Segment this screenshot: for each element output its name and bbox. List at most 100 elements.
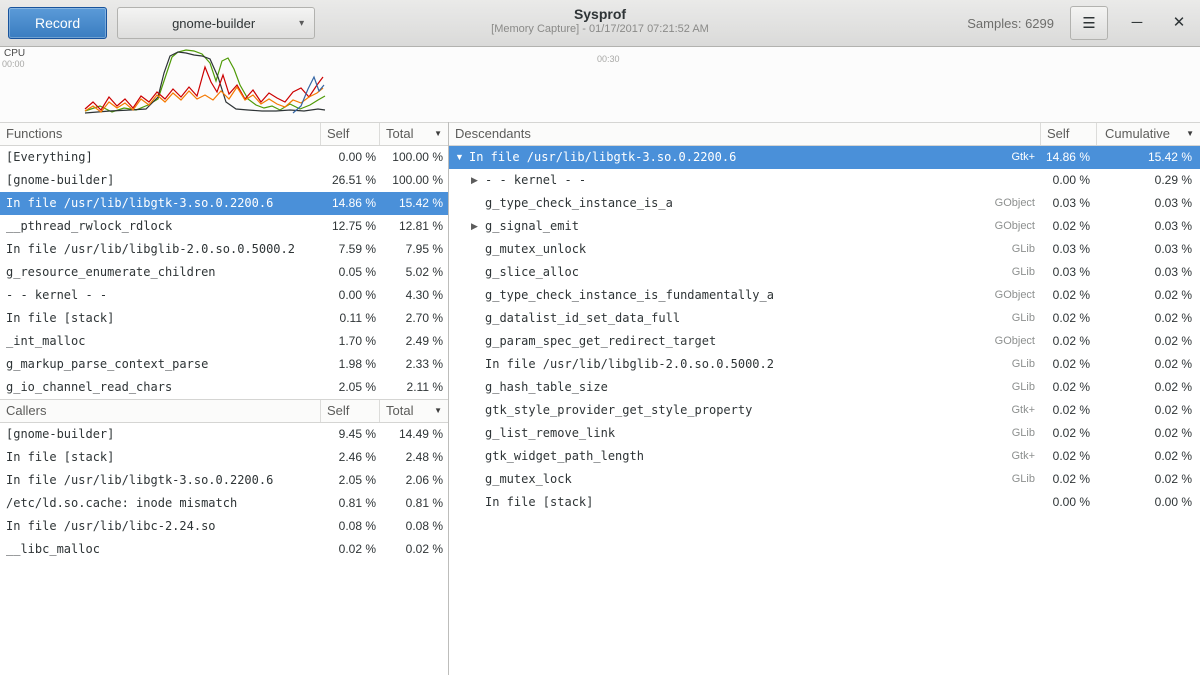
total-percent: 7.95 % [379, 238, 448, 261]
table-row[interactable]: In file /usr/lib/libglib-2.0.so.0.5000.2… [0, 238, 448, 261]
function-name: In file /usr/lib/libgtk-3.so.0.2200.6 [469, 146, 736, 169]
self-percent: 0.00 % [320, 146, 379, 169]
library-tag: GLib [1004, 422, 1040, 445]
descendant-name-cell: g_param_spec_get_redirect_target GObject [449, 330, 1040, 353]
self-percent: 0.02 % [1040, 376, 1096, 399]
record-button[interactable]: Record [8, 7, 107, 39]
table-row[interactable]: g_type_check_instance_is_fundamentally_a… [449, 284, 1200, 307]
self-column-header[interactable]: Self [320, 123, 379, 145]
self-percent: 0.02 % [1040, 422, 1096, 445]
table-row[interactable]: [gnome-builder]26.51 %100.00 % [0, 169, 448, 192]
cumulative-percent: 0.02 % [1096, 445, 1200, 468]
menu-button[interactable]: ☰ [1070, 6, 1108, 40]
function-name: g_mutex_lock [485, 468, 572, 491]
table-row[interactable]: ▶g_signal_emitGObject0.02 %0.03 % [449, 215, 1200, 238]
self-column-header[interactable]: Self [320, 400, 379, 422]
table-row[interactable]: In file /usr/lib/libgtk-3.so.0.2200.614.… [0, 192, 448, 215]
table-row[interactable]: g_resource_enumerate_children0.05 %5.02 … [0, 261, 448, 284]
functions-column-header[interactable]: Functions [0, 123, 320, 145]
table-row[interactable]: g_mutex_lockGLib0.02 %0.02 % [449, 468, 1200, 491]
function-name: In file /usr/lib/libgtk-3.so.0.2200.6 [0, 192, 320, 215]
self-column-header[interactable]: Self [1040, 123, 1096, 145]
descendants-column-header[interactable]: Descendants [449, 123, 1040, 145]
descendant-name-cell: g_datalist_id_set_data_fullGLib [449, 307, 1040, 330]
sort-indicator-icon: ▼ [434, 400, 442, 422]
functions-table: Functions Self Total ▼ [Everything]0.00 … [0, 122, 448, 399]
callers-table: Callers Self Total ▼ [gnome-builder]9.45… [0, 399, 448, 561]
library-tag: Gtk+ [1003, 399, 1040, 422]
library-tag: GObject [987, 284, 1040, 307]
self-percent: 0.02 % [1040, 307, 1096, 330]
total-percent: 0.02 % [379, 538, 448, 561]
table-row[interactable]: [gnome-builder]9.45 %14.49 % [0, 423, 448, 446]
function-name: g_mutex_unlock [485, 238, 586, 261]
table-row[interactable]: _int_malloc1.70 %2.49 % [0, 330, 448, 353]
table-row[interactable]: g_list_remove_linkGLib0.02 %0.02 % [449, 422, 1200, 445]
expander-open-icon[interactable]: ▼ [455, 146, 469, 169]
total-column-header[interactable]: Total ▼ [379, 400, 448, 422]
table-row[interactable]: g_slice_allocGLib0.03 %0.03 % [449, 261, 1200, 284]
descendant-name-cell: g_mutex_unlockGLib [449, 238, 1040, 261]
table-row[interactable]: [Everything]0.00 %100.00 % [0, 146, 448, 169]
table-row[interactable]: In file /usr/lib/libglib-2.0.so.0.5000.2… [449, 353, 1200, 376]
table-row[interactable]: g_type_check_instance_is_aGObject0.03 %0… [449, 192, 1200, 215]
close-button[interactable]: ✕ [1166, 10, 1192, 36]
cpu-line-red [85, 67, 323, 110]
self-percent: 0.08 % [320, 515, 379, 538]
table-row[interactable]: ▶- - kernel - -0.00 %0.29 % [449, 169, 1200, 192]
function-name: In file /usr/lib/libc-2.24.so [0, 515, 320, 538]
descendant-name-cell: g_mutex_lock GLib [449, 468, 1040, 491]
table-row[interactable]: In file [stack]0.00 %0.00 % [449, 491, 1200, 514]
library-tag: GObject [987, 330, 1040, 353]
function-name: gtk_widget_path_length [485, 445, 644, 468]
function-name: g_markup_parse_context_parse [0, 353, 320, 376]
self-percent: 0.00 % [320, 284, 379, 307]
descendant-name-cell: g_type_check_instance_is_fundamentally_a… [449, 284, 1040, 307]
descendant-name-cell: ▶- - kernel - - [449, 169, 1040, 192]
cpu-timeline-graph[interactable]: CPU 00:00 00:30 [0, 47, 1200, 122]
self-percent: 12.75 % [320, 215, 379, 238]
table-row[interactable]: ▼In file /usr/lib/libgtk-3.so.0.2200.6Gt… [449, 146, 1200, 169]
table-row[interactable]: g_param_spec_get_redirect_targetGObject0… [449, 330, 1200, 353]
total-percent: 0.81 % [379, 492, 448, 515]
self-percent: 2.46 % [320, 446, 379, 469]
cumulative-percent: 0.02 % [1096, 353, 1200, 376]
self-percent: 26.51 % [320, 169, 379, 192]
chevron-down-icon: ▾ [299, 18, 304, 29]
descendants-table-body: ▼In file /usr/lib/libgtk-3.so.0.2200.6 Gt… [449, 146, 1200, 514]
table-row[interactable]: g_io_channel_read_chars2.05 %2.11 % [0, 376, 448, 399]
table-row[interactable]: __libc_malloc0.02 %0.02 % [0, 538, 448, 561]
table-row[interactable]: g_markup_parse_context_parse1.98 %2.33 % [0, 353, 448, 376]
table-row[interactable]: g_datalist_id_set_data_fullGLib0.02 %0.0… [449, 307, 1200, 330]
self-percent: 2.05 % [320, 376, 379, 399]
cpu-axis-label: CPU [4, 48, 25, 59]
function-name: In file /usr/lib/libgtk-3.so.0.2200.6 [0, 469, 320, 492]
table-row[interactable]: gtk_style_provider_get_style_propertyGtk… [449, 399, 1200, 422]
table-row[interactable]: /etc/ld.so.cache: inode mismatch0.81 %0.… [0, 492, 448, 515]
cumulative-column-header[interactable]: Cumulative ▼ [1096, 123, 1200, 145]
function-name: In file /usr/lib/libglib-2.0.so.0.5000.2 [485, 353, 774, 376]
table-row[interactable]: g_hash_table_sizeGLib0.02 %0.02 % [449, 376, 1200, 399]
table-row[interactable]: In file /usr/lib/libc-2.24.so0.08 %0.08 … [0, 515, 448, 538]
cumulative-percent: 0.03 % [1096, 215, 1200, 238]
table-row[interactable]: gtk_widget_path_lengthGtk+0.02 %0.02 % [449, 445, 1200, 468]
table-row[interactable]: In file /usr/lib/libgtk-3.so.0.2200.62.0… [0, 469, 448, 492]
table-row[interactable]: __pthread_rwlock_rdlock12.75 %12.81 % [0, 215, 448, 238]
expander-closed-icon[interactable]: ▶ [471, 215, 485, 238]
minimize-button[interactable]: ─ [1124, 10, 1150, 36]
callers-column-header[interactable]: Callers [0, 400, 320, 422]
callers-table-body: [gnome-builder]9.45 %14.49 %In file [sta… [0, 423, 448, 561]
table-row[interactable]: g_mutex_unlockGLib0.03 %0.03 % [449, 238, 1200, 261]
self-percent: 0.11 % [320, 307, 379, 330]
library-tag: GLib [1004, 376, 1040, 399]
function-name: g_param_spec_get_redirect_target [485, 330, 716, 353]
library-tag: GLib [1004, 468, 1040, 491]
cumulative-percent: 0.02 % [1096, 284, 1200, 307]
table-row[interactable]: - - kernel - -0.00 %4.30 % [0, 284, 448, 307]
expander-closed-icon[interactable]: ▶ [471, 169, 485, 192]
table-row[interactable]: In file [stack]0.11 %2.70 % [0, 307, 448, 330]
total-column-header[interactable]: Total ▼ [379, 123, 448, 145]
table-row[interactable]: In file [stack]2.46 %2.48 % [0, 446, 448, 469]
process-selector[interactable]: gnome-builder ▾ [117, 7, 315, 39]
cumulative-percent: 0.03 % [1096, 192, 1200, 215]
